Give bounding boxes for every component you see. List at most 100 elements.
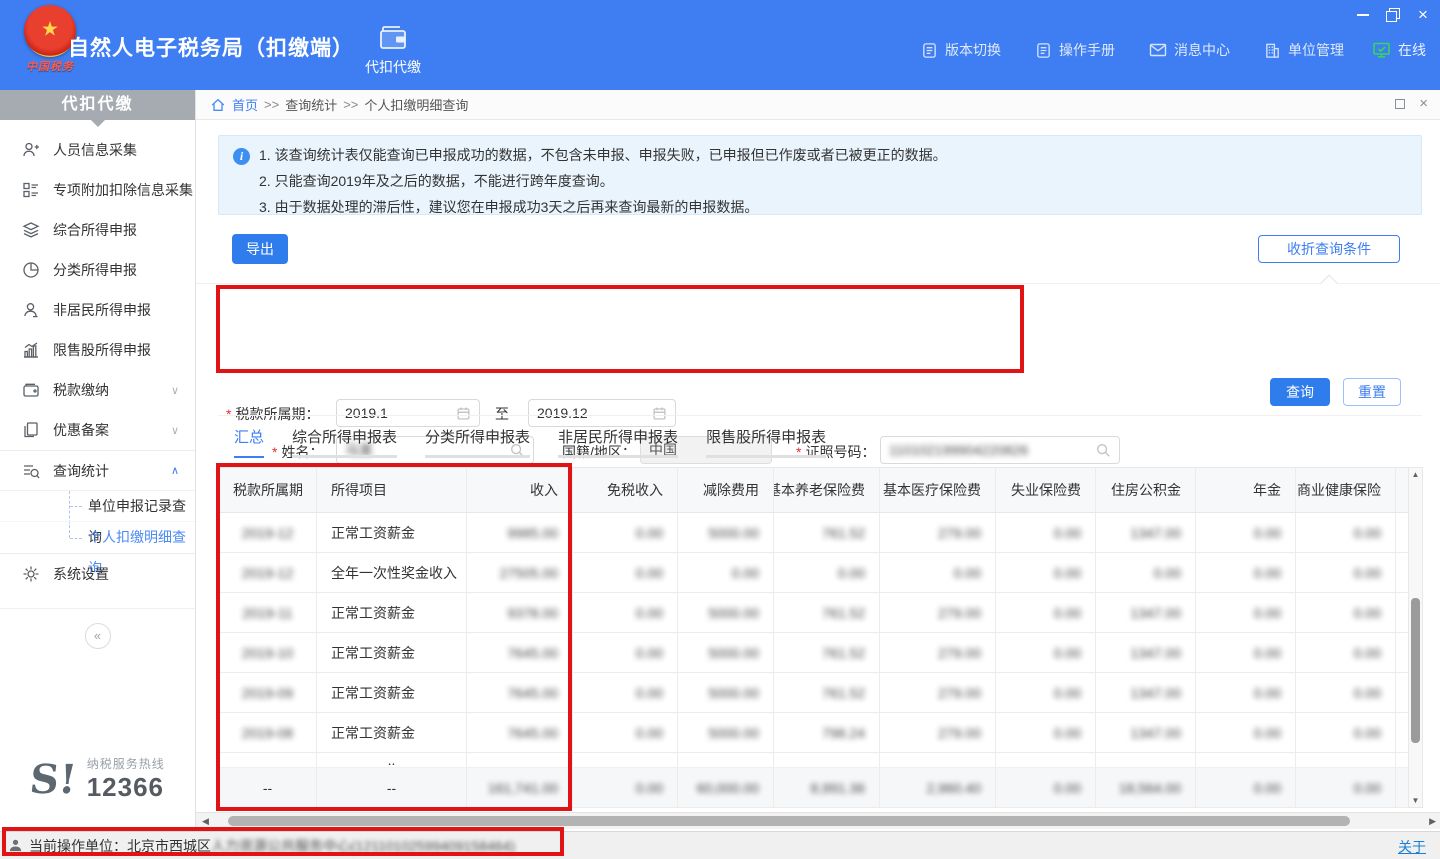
scroll-left-icon[interactable]: ◀ [202, 816, 209, 827]
vertical-scroll-thumb[interactable] [1411, 598, 1420, 743]
header-nav-unit-management[interactable]: 单位管理 [1264, 40, 1344, 60]
table-row[interactable]: 2019-12正常工资薪金9985.000.005000.00761.52279… [219, 513, 1408, 553]
cell-tax-free-income: 0.00 [573, 633, 678, 672]
chevron-up-icon: ∧ [171, 464, 179, 477]
sidebar-collapse-button[interactable]: « [85, 623, 111, 649]
breadcrumb-home[interactable]: 首页 [232, 95, 258, 114]
cell-item: .. [317, 753, 467, 767]
search-list-icon [22, 462, 40, 480]
cell-deduction: 5000.00 [678, 633, 774, 672]
to-label: 至 [495, 404, 509, 424]
cell-unemployment: 0.00 [996, 513, 1096, 552]
period-to-input[interactable]: 2019.12 [528, 399, 676, 427]
sidebar-item-preferential-filing[interactable]: 优惠备案∨ [0, 410, 195, 450]
wallet-icon [377, 22, 409, 52]
cell-period: -- [219, 768, 317, 807]
search-icon[interactable] [1095, 442, 1111, 458]
monitor-check-icon [1372, 41, 1391, 59]
cell-unemployment: 0.00 [996, 553, 1096, 592]
sidebar-item-tax-payment[interactable]: 税款缴纳∨ [0, 370, 195, 410]
breadcrumb-current: 个人扣缴明细查询 [364, 95, 468, 114]
cell-income: 161,741.00 [467, 768, 573, 807]
breadcrumb-item: 查询统计 [285, 95, 337, 114]
reset-button[interactable]: 重置 [1343, 378, 1401, 406]
operating-unit-blurred: 人力资源公共服务中心(12110102599409158464) [211, 836, 515, 856]
gear-icon [22, 565, 40, 583]
sidebar-item-label: 优惠备案 [53, 420, 109, 440]
cell-clipped [1396, 593, 1408, 632]
table-row[interactable]: 2019-10正常工资薪金7645.000.005000.00761.52279… [219, 633, 1408, 673]
sidebar-item-comprehensive-income-declaration[interactable]: 综合所得申报 [0, 210, 195, 250]
tab-summary[interactable]: 汇总 [234, 426, 264, 458]
cell-housing-fund: 1347.00 [1096, 673, 1196, 712]
cell-income: 7645.00 [467, 633, 573, 672]
cell-deduction: 5000.00 [678, 593, 774, 632]
tab-restricted-stock-report[interactable]: 限售股所得申报表 [706, 426, 826, 458]
minimize-icon[interactable] [1356, 8, 1370, 22]
cell-tax-free-income: 0.00 [573, 513, 678, 552]
sidebar-item-label: 分类所得申报 [53, 260, 137, 280]
cell-clipped [1396, 673, 1408, 712]
sidebar-subitem-personal-withholding-detail-query[interactable]: 个人扣缴明细查询 [0, 522, 195, 553]
column-header-medical: 基本医疗保险费 [880, 468, 996, 512]
top-tab-label: 代扣代缴 [365, 57, 421, 77]
vertical-scrollbar[interactable]: ▲ ▼ [1408, 467, 1423, 808]
version-switch-icon [921, 42, 938, 59]
header-nav-message-center[interactable]: 消息中心 [1149, 40, 1230, 60]
scroll-right-icon[interactable]: ▶ [1429, 816, 1436, 827]
sidebar-item-label: 税款缴纳 [53, 380, 109, 400]
sidebar-item-label: 限售股所得申报 [53, 340, 151, 360]
hotline-logo: S! [28, 756, 79, 803]
top-tab-withholding[interactable]: 代扣代缴 [348, 16, 438, 82]
about-link[interactable]: 关于 [1398, 837, 1426, 857]
sidebar-subitem-unit-declaration-record-query[interactable]: 单位申报记录查询 [0, 491, 195, 522]
cell-income: 7645.00 [467, 673, 573, 712]
main-content: 首页 >> 查询统计 >> 个人扣缴明细查询 × i 1. 该查询统计表仅能查询… [196, 90, 1440, 831]
scroll-down-icon[interactable]: ▼ [1409, 796, 1422, 805]
calendar-icon [652, 406, 667, 421]
table-total-row: ----161,741.000.0060,000.008,991.362,960… [219, 768, 1408, 808]
cell-deduction: 5000.00 [678, 513, 774, 552]
sidebar-item-label: 人员信息采集 [53, 140, 137, 160]
restore-icon[interactable] [1386, 8, 1400, 22]
sidebar-item-restricted-stock-declaration[interactable]: 限售股所得申报 [0, 330, 195, 370]
table-row[interactable]: 2019-09正常工资薪金7645.000.005000.00761.52279… [219, 673, 1408, 713]
table-row[interactable]: 2019-11正常工资薪金9378.000.005000.00761.52279… [219, 593, 1408, 633]
close-icon[interactable]: × [1416, 8, 1430, 22]
id-number-input[interactable]: 110102199904220826 [880, 436, 1120, 464]
cell-commercial-health: 0.00 [1296, 768, 1396, 807]
header-nav-version-switch[interactable]: 版本切换 [921, 40, 1001, 60]
sidebar-item-classified-income-declaration[interactable]: 分类所得申报 [0, 250, 195, 290]
close-panel-icon[interactable]: × [1419, 98, 1428, 110]
tab-comprehensive-report[interactable]: 综合所得申报表 [292, 426, 397, 458]
search-button[interactable]: 查询 [1270, 378, 1330, 406]
sidebar-item-nonresident-income-declaration[interactable]: 非居民所得申报 [0, 290, 195, 330]
table-row[interactable]: 2019-12全年一次性奖金收入27505.000.000.000.000.00… [219, 553, 1408, 593]
sidebar-item-personnel-info-collection[interactable]: 人员信息采集 [0, 130, 195, 170]
tab-classified-report[interactable]: 分类所得申报表 [425, 426, 530, 458]
app-header: ★ 中国税务 自然人电子税务局（扣缴端） 代扣代缴 版本切换操作手册消息中心单位… [0, 0, 1440, 90]
collapse-query-button[interactable]: 收折查询条件 [1258, 235, 1400, 263]
cell-income [467, 753, 573, 767]
export-button[interactable]: 导出 [232, 234, 288, 264]
scroll-up-icon[interactable]: ▲ [1409, 470, 1422, 479]
cell-period: 2019-11 [219, 593, 317, 632]
header-nav-operation-manual[interactable]: 操作手册 [1035, 40, 1115, 60]
cell-item: 正常工资薪金 [317, 713, 467, 752]
period-from-input[interactable]: 2019.1 [336, 399, 480, 427]
cell-housing-fund: 18,564.00 [1096, 768, 1196, 807]
notice-box: i 1. 该查询统计表仅能查询已申报成功的数据，不包含未申报、申报失败，已申报但… [218, 135, 1422, 215]
sidebar-item-system-settings[interactable]: 系统设置 [0, 554, 195, 594]
maximize-panel-icon[interactable] [1395, 99, 1405, 109]
sidebar-item-special-deduction-collection[interactable]: 专项附加扣除信息采集 [0, 170, 195, 210]
query-panel: 税款所属期： 2019.1 至 2019.12 姓名： 马某 [196, 283, 1440, 375]
horizontal-scrollbar[interactable]: ◀ ▶ [196, 812, 1440, 829]
tab-nonresident-report[interactable]: 非居民所得申报表 [558, 426, 678, 458]
horizontal-scroll-thumb[interactable] [228, 816, 1350, 826]
cell-item: 正常工资薪金 [317, 633, 467, 672]
cell-tax-free-income: 0.00 [573, 593, 678, 632]
cell-income: 7645.00 [467, 713, 573, 752]
table-row[interactable]: 2019-08正常工资薪金7645.000.005000.00798.24279… [219, 713, 1408, 753]
sidebar-item-query-statistics[interactable]: 查询统计∧ [0, 450, 195, 490]
cell-unemployment: 0.00 [996, 673, 1096, 712]
